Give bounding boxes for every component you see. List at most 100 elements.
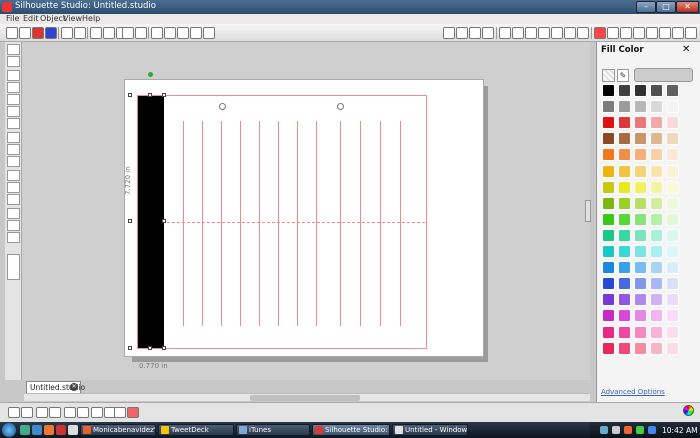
taskbar-item[interactable]: iTunes bbox=[236, 424, 310, 436]
color-swatch[interactable] bbox=[650, 325, 663, 339]
rotate-handle[interactable] bbox=[148, 72, 153, 77]
color-swatch[interactable] bbox=[634, 84, 647, 97]
text-icon[interactable] bbox=[7, 170, 20, 181]
open-icon[interactable] bbox=[19, 27, 31, 39]
color-swatch[interactable] bbox=[650, 180, 663, 194]
print-icon[interactable] bbox=[61, 27, 73, 39]
color-swatch[interactable] bbox=[602, 196, 615, 210]
trace-icon[interactable] bbox=[564, 27, 576, 39]
color-swatch[interactable] bbox=[650, 196, 663, 210]
color-swatch[interactable] bbox=[634, 341, 647, 355]
polygon-icon[interactable] bbox=[7, 82, 20, 93]
color-swatch[interactable] bbox=[634, 164, 647, 178]
color-swatch[interactable] bbox=[602, 293, 615, 307]
resize-handle[interactable] bbox=[148, 93, 152, 97]
color-swatch[interactable] bbox=[602, 245, 615, 258]
undo-icon[interactable] bbox=[122, 27, 134, 39]
color-swatch[interactable] bbox=[602, 341, 615, 355]
panel-close-icon[interactable]: ✕ bbox=[682, 44, 690, 55]
color-swatch[interactable] bbox=[618, 132, 631, 146]
tray-app-icon[interactable] bbox=[648, 426, 656, 434]
color-swatch[interactable] bbox=[618, 228, 631, 242]
line-color-icon[interactable] bbox=[607, 27, 619, 39]
taskbar-item[interactable]: TweetDeck bbox=[158, 424, 234, 436]
page-setup-icon[interactable] bbox=[443, 27, 455, 39]
color-swatch[interactable] bbox=[602, 116, 615, 130]
library-icon[interactable] bbox=[32, 27, 44, 39]
color-swatch[interactable] bbox=[618, 116, 631, 130]
pan-icon[interactable] bbox=[190, 27, 202, 39]
color-swatch[interactable] bbox=[666, 261, 679, 275]
weld-icon[interactable] bbox=[7, 232, 20, 243]
eyedropper-icon[interactable]: ✎ bbox=[617, 69, 629, 82]
color-swatch[interactable] bbox=[650, 261, 663, 275]
fill-pattern-icon[interactable] bbox=[633, 27, 645, 39]
color-swatch[interactable] bbox=[634, 116, 647, 130]
polyline-icon[interactable] bbox=[7, 144, 20, 155]
freehand-icon[interactable] bbox=[7, 132, 20, 143]
color-swatch[interactable] bbox=[634, 228, 647, 242]
color-swatch[interactable] bbox=[618, 84, 631, 97]
color-swatch[interactable] bbox=[634, 245, 647, 258]
color-swatch[interactable] bbox=[618, 164, 631, 178]
modify-icon[interactable] bbox=[577, 27, 589, 39]
color-swatch[interactable] bbox=[634, 293, 647, 307]
menu-view[interactable]: View bbox=[63, 14, 82, 23]
color-swatch[interactable] bbox=[650, 164, 663, 178]
line-style-icon[interactable] bbox=[620, 27, 632, 39]
cut-line[interactable] bbox=[380, 121, 381, 326]
group-icon[interactable] bbox=[7, 220, 20, 231]
color-swatch[interactable] bbox=[650, 341, 663, 355]
color-swatch[interactable] bbox=[602, 132, 615, 146]
color-swatch[interactable] bbox=[602, 228, 615, 242]
cut-settings-icon[interactable] bbox=[456, 27, 468, 39]
color-swatch[interactable] bbox=[634, 196, 647, 210]
cut-line[interactable] bbox=[297, 121, 298, 326]
transform-icon[interactable] bbox=[525, 27, 537, 39]
media-icon[interactable] bbox=[114, 407, 126, 418]
replicate-icon[interactable] bbox=[512, 27, 524, 39]
no-fill-swatch[interactable] bbox=[602, 69, 615, 82]
color-swatch[interactable] bbox=[666, 148, 679, 162]
store-icon[interactable] bbox=[672, 27, 684, 39]
fill-color-icon[interactable] bbox=[594, 27, 606, 39]
resize-handle[interactable] bbox=[128, 346, 132, 350]
color-swatch[interactable] bbox=[618, 261, 631, 275]
color-swatch[interactable] bbox=[666, 245, 679, 258]
color-swatch[interactable] bbox=[634, 132, 647, 146]
redo-icon[interactable] bbox=[135, 27, 147, 39]
rectangle-icon[interactable] bbox=[7, 94, 20, 105]
registration-icon[interactable] bbox=[469, 27, 481, 39]
color-swatch[interactable] bbox=[602, 84, 615, 97]
tray-app-icon[interactable] bbox=[624, 426, 632, 434]
select-all-icon[interactable] bbox=[8, 407, 20, 418]
advanced-options-link[interactable]: Advanced Options bbox=[601, 388, 665, 396]
zoom-out-icon[interactable] bbox=[164, 27, 176, 39]
color-swatch[interactable] bbox=[650, 116, 663, 130]
cut-line[interactable] bbox=[278, 121, 279, 326]
color-swatch[interactable] bbox=[634, 261, 647, 275]
zoom-in-icon[interactable] bbox=[151, 27, 163, 39]
start-button[interactable] bbox=[2, 423, 16, 437]
menu-file[interactable]: File bbox=[6, 14, 19, 23]
color-swatch[interactable] bbox=[666, 132, 679, 146]
color-swatch[interactable] bbox=[618, 100, 631, 114]
cut-line[interactable] bbox=[202, 121, 203, 326]
grid-icon[interactable] bbox=[482, 27, 494, 39]
color-swatch[interactable] bbox=[618, 309, 631, 323]
close-tab-icon[interactable]: ✕ bbox=[70, 383, 78, 391]
align-icon[interactable] bbox=[499, 27, 511, 39]
cut-line[interactable] bbox=[259, 121, 260, 326]
taskbar-item[interactable]: Silhouette Studio: U... bbox=[312, 424, 390, 436]
color-swatch[interactable] bbox=[602, 212, 615, 226]
color-swatch[interactable] bbox=[666, 309, 679, 323]
fill-gradient-icon[interactable] bbox=[659, 27, 671, 39]
maximize-button[interactable]: □ bbox=[656, 1, 676, 13]
color-swatch[interactable] bbox=[618, 341, 631, 355]
new-icon[interactable] bbox=[6, 27, 18, 39]
color-swatch[interactable] bbox=[634, 277, 647, 291]
color-swatch[interactable] bbox=[634, 148, 647, 162]
eraser-icon[interactable] bbox=[7, 182, 20, 193]
copy-icon[interactable] bbox=[90, 27, 102, 39]
zoom-fit-icon[interactable] bbox=[177, 27, 189, 39]
